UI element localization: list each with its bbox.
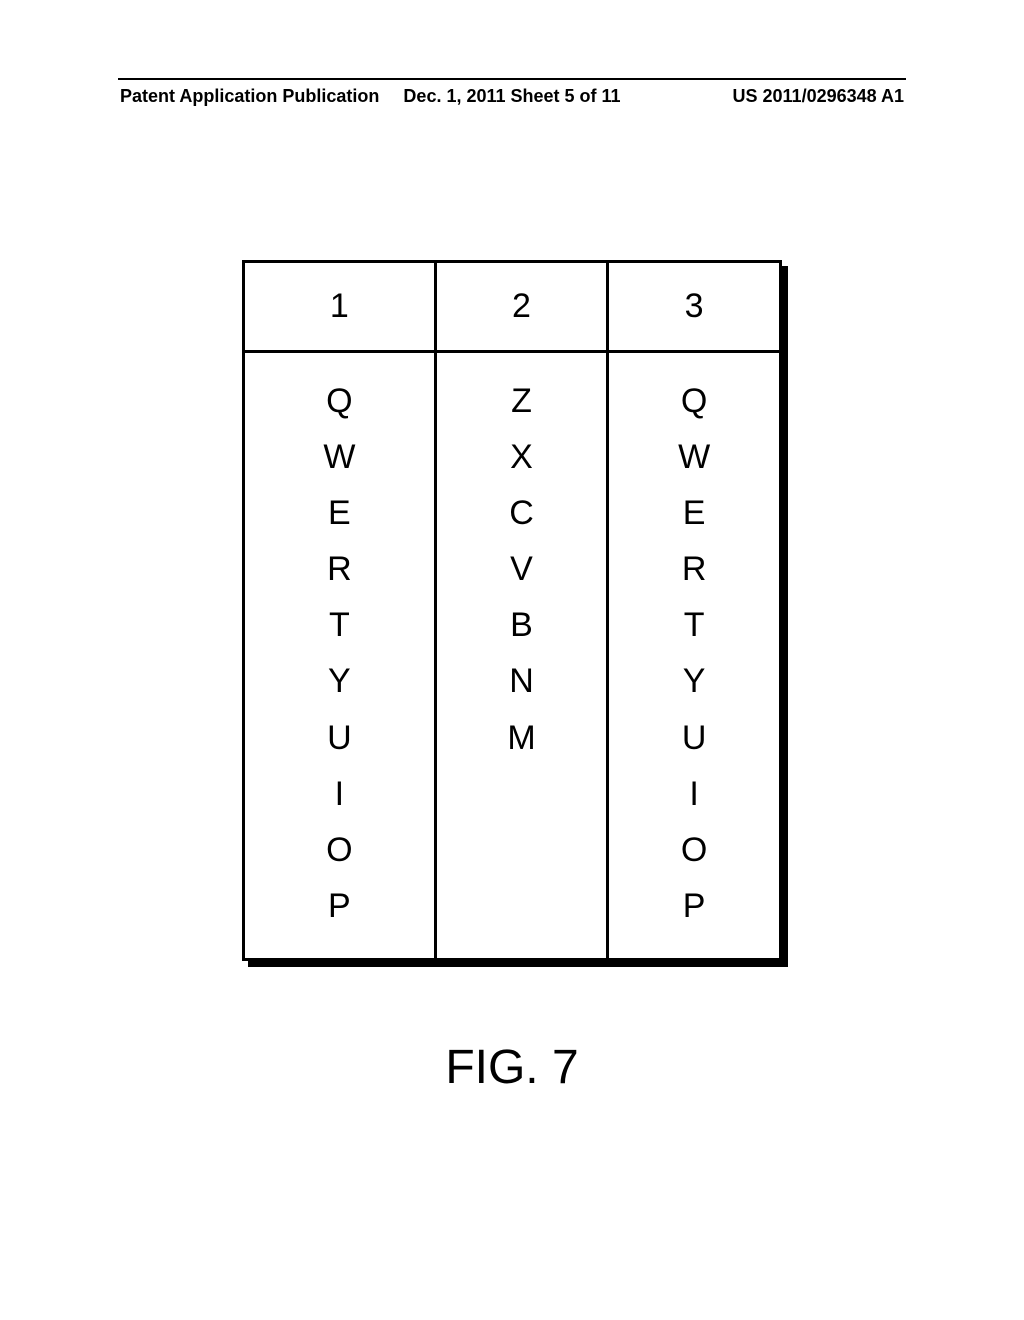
letter: Q [245, 373, 434, 429]
page-header: Patent Application Publication Dec. 1, 2… [0, 78, 1024, 108]
header-rule [118, 78, 906, 80]
table-header-row: 1 2 3 [244, 262, 781, 352]
letter: Y [245, 653, 434, 709]
letter: X [437, 429, 607, 485]
keyboard-mapping-table: 1 2 3 Q W E R T Y U I O [242, 260, 782, 961]
letter: U [609, 710, 779, 766]
letter: T [245, 597, 434, 653]
column-1-cell: Q W E R T Y U I O P [244, 352, 436, 960]
letter: I [245, 766, 434, 822]
col-header-1: 1 [244, 262, 436, 352]
letter: P [609, 878, 779, 934]
letter: C [437, 485, 607, 541]
col-header-2: 2 [435, 262, 608, 352]
figure-caption: FIG. 7 [0, 1040, 1024, 1095]
table-row: Q W E R T Y U I O P Z X C [244, 352, 781, 960]
letter: W [609, 429, 779, 485]
letter: Z [437, 373, 607, 429]
col-header-3: 3 [608, 262, 781, 352]
column-2-cell: Z X C V B N M [435, 352, 608, 960]
date-sheet-info: Dec. 1, 2011 Sheet 5 of 11 [403, 86, 620, 107]
figure-area: 1 2 3 Q W E R T Y U I O [242, 260, 782, 961]
column-3-cell: Q W E R T Y U I O P [608, 352, 781, 960]
publication-number: US 2011/0296348 A1 [733, 86, 904, 107]
letter: U [245, 710, 434, 766]
letter: N [437, 653, 607, 709]
letter: I [609, 766, 779, 822]
publication-type: Patent Application Publication [120, 86, 379, 107]
letter: Q [609, 373, 779, 429]
letter: T [609, 597, 779, 653]
letter: W [245, 429, 434, 485]
letter: O [245, 822, 434, 878]
letter: Y [609, 653, 779, 709]
letter: B [437, 597, 607, 653]
letter: E [245, 485, 434, 541]
letter: O [609, 822, 779, 878]
letter: P [245, 878, 434, 934]
letter: R [609, 541, 779, 597]
letter: R [245, 541, 434, 597]
letter: M [437, 710, 607, 766]
letter: E [609, 485, 779, 541]
letter: V [437, 541, 607, 597]
table-wrap: 1 2 3 Q W E R T Y U I O [242, 260, 782, 961]
